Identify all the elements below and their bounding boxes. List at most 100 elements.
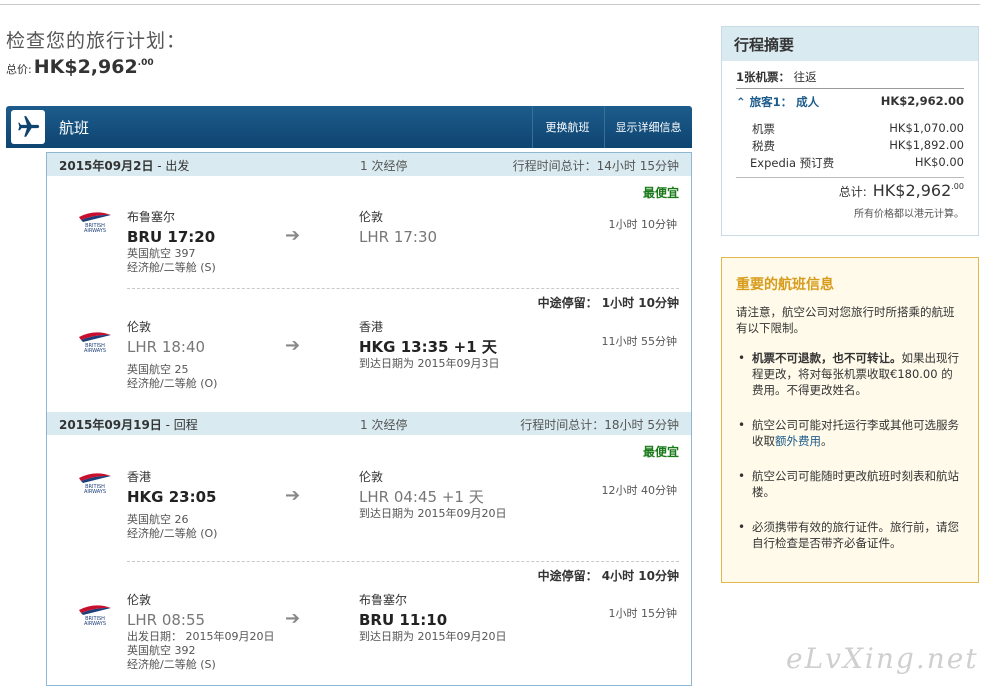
svg-text:AIRWAYS: AIRWAYS [84,621,106,626]
svg-text:AIRWAYS: AIRWAYS [84,348,106,353]
departure-city: 香港 [127,470,152,484]
list-item: 必须携带有效的旅行证件。旅行前，请您自行检查是否带齐必备证件。 [736,519,964,551]
departure-date-note: 出发日期： 2015年09月20日 [127,630,275,643]
list-item: 航空公司可能随时更改航班时刻表和航站楼。 [736,468,964,500]
segment-total-duration: 行程时间总计：14小时 15分钟 [512,159,679,173]
arrival-city: 布鲁塞尔 [359,593,408,607]
segment-header-outbound: 2015年09月2日 - 出发 1 次经停 行程时间总计：14小时 15分钟 [47,153,691,176]
leg-departure: 布鲁塞尔 BRU 17:20 英国航空 397 经济舱/二等舱 (S) [127,211,216,276]
segment-total-duration: 行程时间总计：18小时 5分钟 [520,418,679,432]
departure-time: LHR 08:55 [127,611,206,629]
summary-total-price: HK$2,962 [872,181,952,200]
cabin-class: 经济舱/二等舱 (O) [127,527,218,540]
leg-departure: 伦敦 LHR 08:55 出发日期： 2015年09月20日 英国航空 392 … [127,594,274,673]
traveler-row[interactable]: ⌃ 旅客1： 成人 HK$2,962.00 [736,94,964,110]
airline-flight: 英国航空 392 [127,644,196,657]
leg-duration: 1小时 10分钟 [608,218,678,231]
summary-total: 总计: HK$2,962.00 [839,181,964,200]
summary-total-cents: .00 [951,182,964,191]
cabin-class: 经济舱/二等舱 (O) [127,377,218,390]
arrow-right-icon: ➔ [285,225,301,246]
departure-city: 布鲁塞尔 [127,210,176,224]
arrival-date-note: 到达日期为 2015年09月3日 [359,357,500,370]
arrival-city: 伦敦 [359,470,384,484]
svg-text:AIRWAYS: AIRWAYS [84,228,106,233]
departure-time: LHR 18:40 [127,338,206,356]
flight-section-header: 航班 更换航班 显示详细信息 [6,106,692,148]
cheapest-badge: 最便宜 [642,186,679,200]
british-airways-logo: BRITISH AIRWAYS [75,211,115,234]
layover-text: 中途停留： 1小时 10分钟 [537,296,679,310]
arrival-time: HKG 13:35 +1 天 [359,338,497,356]
total-price-label: 总价: [6,63,32,76]
segment-stops: 1 次经停 [360,159,408,173]
flight-details: 2015年09月2日 - 出发 1 次经停 行程时间总计：14小时 15分钟 最… [46,152,692,686]
important-flight-info: 重要的航班信息 请注意，航空公司对您旅行时所搭乘的航班有以下限制。 机票不可退款… [721,257,979,583]
ticket-count: 1张机票： [736,70,791,84]
arrow-right-icon: ➔ [285,608,301,629]
trip-summary-title: 行程摘要 [722,27,978,61]
leg-departure: 香港 HKG 23:05 英国航空 26 经济舱/二等舱 (O) [127,471,217,542]
currency-note: 所有价格都以港元计算。 [854,209,964,220]
traveler-price: HK$2,962.00 [880,94,964,108]
list-item: 机票不可退款，也不可转让。如果出现行程更改，将对每张机票收取€180.00 的费… [736,350,964,398]
british-airways-logo: BRITISH AIRWAYS [75,472,115,495]
flight-section-title: 航班 [59,119,90,137]
layover-text: 中途停留： 4小时 10分钟 [537,569,679,583]
summary-divider [736,177,964,178]
airline-flight: 英国航空 25 [127,363,189,376]
show-details-button[interactable]: 显示详细信息 [604,106,692,148]
departure-city: 伦敦 [127,593,152,607]
leg-duration: 11小时 55分钟 [601,335,678,348]
departure-time: HKG 23:05 [127,488,217,506]
important-info-list: 机票不可退款，也不可转让。如果出现行程更改，将对每张机票收取€180.00 的费… [736,350,964,551]
arrival-time: BRU 11:10 [359,611,448,629]
arrival-date-note: 到达日期为 2015年09月20日 [359,507,507,520]
list-item: 航空公司可能对托运行李或其他可选服务收取额外费用。 [736,417,964,449]
fee-row-booking: Expedia 预订费 HK$0.00 [750,155,964,170]
leg-arrival: 布鲁塞尔 BRU 11:10 到达日期为 2015年09月20日 [359,594,506,645]
ticket-count-row: 1张机票： 往返 [736,69,964,89]
leg-duration: 1小时 15分钟 [608,607,678,620]
british-airways-logo: BRITISH AIRWAYS [75,604,115,627]
airplane-icon [11,110,45,144]
layover: 中途停留： 4小时 10分钟 [127,561,679,583]
svg-text:AIRWAYS: AIRWAYS [84,489,106,494]
fee-row-airfare: 机票 HK$1,070.00 [752,121,964,136]
important-info-title: 重要的航班信息 [736,277,834,293]
leg-departure: 伦敦 LHR 18:40 英国航空 25 经济舱/二等舱 (O) [127,321,217,392]
traveler-toggle[interactable]: ⌃ 旅客1： 成人 [736,94,819,110]
arrival-time: LHR 04:45 +1 天 [359,488,484,506]
segment-stops: 1 次经停 [360,418,408,432]
layover: 中途停留： 1小时 10分钟 [127,288,679,310]
cheapest-badge: 最便宜 [642,445,679,459]
watermark: eLvXing.net [786,642,979,675]
page-title: 检查您的旅行计划： [6,30,187,52]
total-price-line: 总价: HK$2,962.00 [6,56,154,78]
arrow-right-icon: ➔ [285,335,301,356]
arrival-time: LHR 17:30 [359,228,438,246]
segment-date: 2015年09月2日 - 出发 [59,159,190,173]
leg-arrival: 香港 HKG 13:35 +1 天 到达日期为 2015年09月3日 [359,321,500,372]
arrival-date-note: 到达日期为 2015年09月20日 [359,630,507,643]
airline-flight: 英国航空 26 [127,513,189,526]
departure-city: 伦敦 [127,320,152,334]
total-price-cents: .00 [137,58,154,68]
extra-fees-link[interactable]: 额外费用 [775,434,821,448]
leg-arrival: 伦敦 LHR 04:45 +1 天 到达日期为 2015年09月20日 [359,471,506,522]
important-info-intro: 请注意，航空公司对您旅行时所搭乘的航班有以下限制。 [736,305,955,335]
cabin-class: 经济舱/二等舱 (S) [127,658,216,671]
segment-header-return: 2015年09月19日 - 回程 1 次经停 行程时间总计：18小时 5分钟 [47,412,691,435]
trip-type: 往返 [793,70,817,84]
leg-duration: 12小时 40分钟 [601,484,678,497]
leg-arrival: 伦敦 LHR 17:30 [359,211,437,248]
british-airways-logo: BRITISH AIRWAYS [75,331,115,354]
segment-date: 2015年09月19日 - 回程 [59,418,198,432]
cabin-class: 经济舱/二等舱 (S) [127,261,216,274]
total-price: HK$2,962 [33,56,138,78]
fee-row-taxes: 税费 HK$1,892.00 [752,138,964,153]
arrival-city: 伦敦 [359,210,384,224]
airline-flight: 英国航空 397 [127,247,196,260]
change-flight-button[interactable]: 更换航班 [532,106,602,148]
departure-time: BRU 17:20 [127,228,216,246]
